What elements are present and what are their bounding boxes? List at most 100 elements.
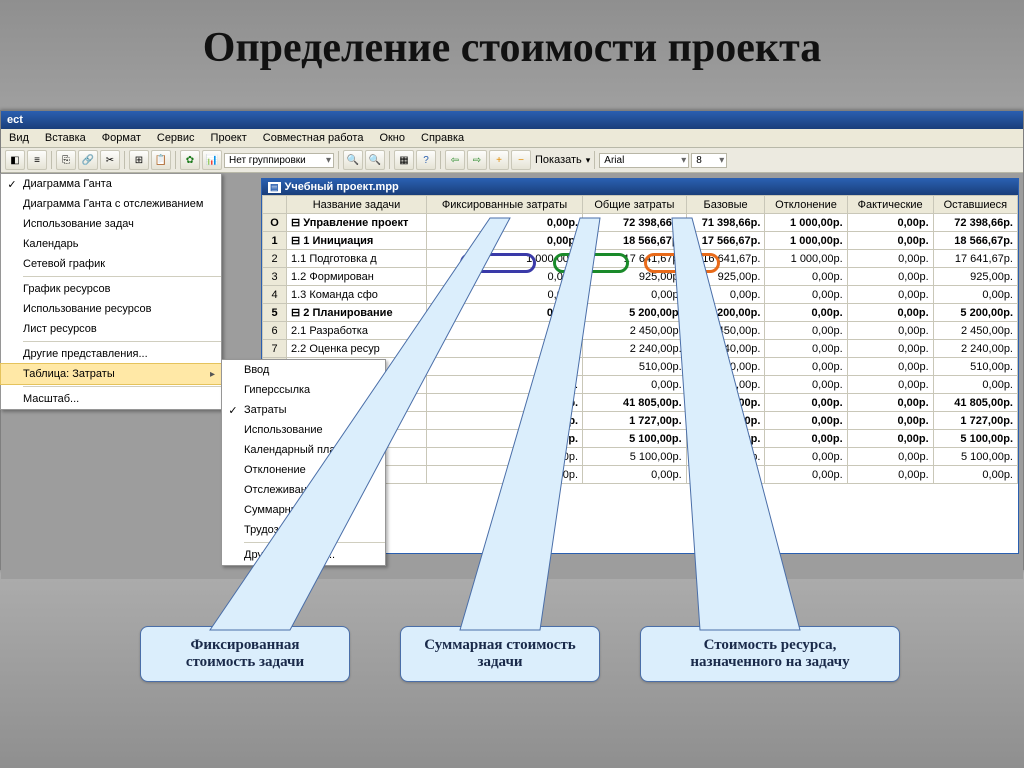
cell-value[interactable]: 2 450,00р. [686,322,765,340]
cell-value[interactable]: 0,00р. [765,358,847,376]
cell-value[interactable]: 925,00р. [583,268,687,286]
cell-value[interactable]: 0,00р. [427,322,583,340]
nav-back-icon[interactable]: ⇦ [445,150,465,170]
toolbar-button[interactable]: ✂ [100,150,120,170]
help-icon[interactable]: ? [416,150,436,170]
view-menu-item[interactable]: Таблица: Затраты [1,364,221,384]
cell-value[interactable]: 0,00р. [427,232,583,250]
row-number[interactable]: 2 [263,250,287,268]
toolbar-button[interactable]: ▦ [394,150,414,170]
cell-value[interactable]: 925,00р. [933,268,1017,286]
submenu-item[interactable]: Суммарные данные [222,500,385,520]
cell-value[interactable]: 71 398,66р. [686,214,765,232]
task-name[interactable]: 1.3 Команда сфо [287,286,427,304]
cell-value[interactable]: 2 450,00р. [583,322,687,340]
cell-value[interactable]: 0,00р. [847,304,933,322]
cell-value[interactable]: 0,00р. [847,358,933,376]
cell-value[interactable]: 17 641,67р. [933,250,1017,268]
cell-value[interactable]: 2 240,00р. [933,340,1017,358]
submenu-item[interactable]: Календарный план [222,440,385,460]
cell-value[interactable]: 0,00р. [427,466,583,484]
cell-value[interactable]: 0,00р. [933,466,1017,484]
cell-value[interactable]: 0,00р. [686,376,765,394]
view-menu-item[interactable]: Календарь [1,234,221,254]
row-number[interactable]: 7 [263,340,287,358]
cell-value[interactable]: 17 641,67р. [583,250,687,268]
cell-value[interactable]: 0,00р. [847,214,933,232]
task-name[interactable]: ⊟ Управление проект [287,214,427,232]
toolbar-button[interactable]: ⊞ [129,150,149,170]
view-menu-item[interactable]: ✓Диаграмма Ганта [1,174,221,194]
table-row[interactable]: 1⊟ 1 Инициация0,00р.18 566,67р.17 566,67… [263,232,1018,250]
cell-value[interactable]: 0,00р. [847,466,933,484]
cell-value[interactable]: 1 000,00р. [765,214,847,232]
cell-value[interactable]: 41 805,00р. [583,394,687,412]
submenu-item[interactable]: Трудозатраты [222,520,385,540]
cell-value[interactable]: 0,00р. [847,340,933,358]
zoom-out-icon[interactable]: 🔍 [343,150,363,170]
cell-value[interactable]: 0,00р. [427,304,583,322]
cell-value[interactable]: 0,00р. [686,286,765,304]
cell-value[interactable]: 18 566,67р. [583,232,687,250]
menu-Сервис[interactable]: Сервис [149,129,203,147]
view-menu-item[interactable]: Масштаб... [1,389,221,409]
cell-value[interactable]: 0,00р. [933,286,1017,304]
cell-value[interactable]: 1 000,00р. [427,250,583,268]
toolbar-button[interactable]: ✿ [180,150,200,170]
menu-Проект[interactable]: Проект [203,129,255,147]
cell-value[interactable]: 510,00р. [933,358,1017,376]
submenu-item[interactable]: Отслеживание [222,480,385,500]
cell-value[interactable]: 5 100,00р. [686,448,765,466]
cell-value[interactable]: 0,00р. [765,376,847,394]
view-menu-item[interactable]: Использование ресурсов [1,299,221,319]
cell-value[interactable]: 0,00р. [427,340,583,358]
cell-value[interactable]: 1 727,00р. [583,412,687,430]
cell-value[interactable]: 0,00р. [427,448,583,466]
font-combo[interactable]: Arial [599,153,689,168]
cell-value[interactable]: 0,00р. [847,430,933,448]
row-number[interactable]: 6 [263,322,287,340]
submenu-item[interactable]: Гиперссылка [222,380,385,400]
toolbar-button[interactable]: ⎘ [56,150,76,170]
col-header[interactable] [263,196,287,214]
cell-value[interactable]: 0,00р. [583,466,687,484]
cell-value[interactable]: 0,00р. [765,340,847,358]
row-number[interactable]: 5 [263,304,287,322]
cell-value[interactable]: 0,00р. [847,412,933,430]
cell-value[interactable]: 72 398,66р. [583,214,687,232]
cell-value[interactable]: 0,00р. [583,376,687,394]
row-number[interactable]: 3 [263,268,287,286]
submenu-item[interactable]: Отклонение [222,460,385,480]
cell-value[interactable]: 16 641,67р. [686,250,765,268]
view-menu-item[interactable]: Использование задач [1,214,221,234]
cell-value[interactable]: 1 000,00р. [765,250,847,268]
table-row[interactable]: 5⊟ 2 Планирование0,00р.5 200,00р.5 200,0… [263,304,1018,322]
submenu-item[interactable]: Другие таблицы... [222,545,385,565]
cell-value[interactable]: 1 727,00р. [686,412,765,430]
cell-value[interactable]: 1 727,00р. [933,412,1017,430]
cell-value[interactable]: 1 000,00р. [765,232,847,250]
col-header[interactable]: Общие затраты [583,196,687,214]
cell-value[interactable]: 2 240,00р. [686,340,765,358]
cell-value[interactable]: 0,00р. [765,304,847,322]
menu-Формат[interactable]: Формат [94,129,149,147]
cell-value[interactable]: 5 200,00р. [583,304,687,322]
toolbar-button[interactable]: 📋 [151,150,171,170]
show-label[interactable]: Показать [535,154,582,166]
cell-value[interactable]: 5 100,00р. [933,448,1017,466]
view-menu-item[interactable]: Сетевой график [1,254,221,274]
cell-value[interactable]: 0,00р. [847,268,933,286]
view-menu-item[interactable]: Другие представления... [1,344,221,364]
col-header[interactable]: Фактические [847,196,933,214]
cell-value[interactable]: 72 398,66р. [933,214,1017,232]
task-name[interactable]: 2.1 Разработка [287,322,427,340]
cell-value[interactable]: 0,00р. [427,394,583,412]
menu-Вид[interactable]: Вид [1,129,37,147]
cell-value[interactable]: 0,00р. [847,286,933,304]
cell-value[interactable]: 0,00р. [847,232,933,250]
view-menu-item[interactable]: Лист ресурсов [1,319,221,339]
task-name[interactable]: ⊟ 1 Инициация [287,232,427,250]
cell-value[interactable]: 0,00р. [427,268,583,286]
menu-Окно[interactable]: Окно [371,129,413,147]
cell-value[interactable]: 0,00р. [583,286,687,304]
